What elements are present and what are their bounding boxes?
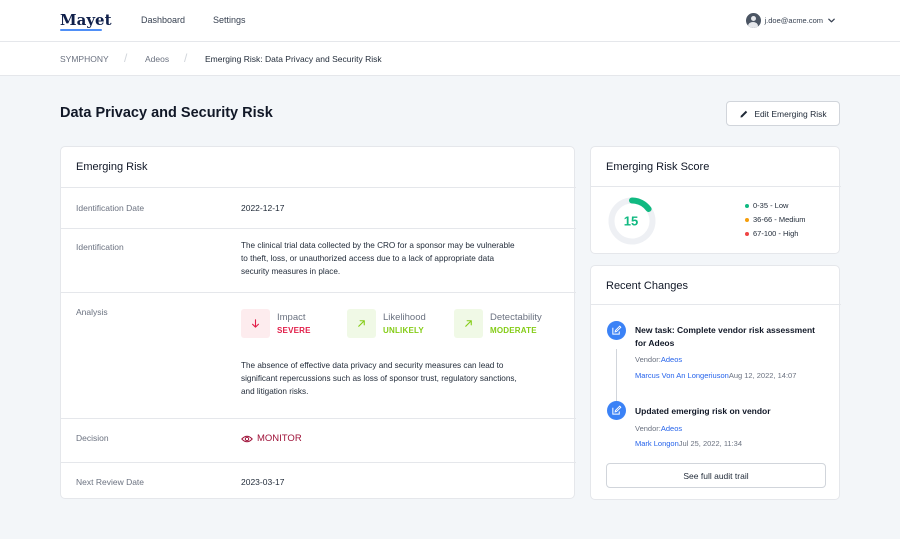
divider	[591, 186, 841, 187]
legend-dot	[745, 231, 749, 236]
divider	[61, 418, 576, 419]
chevron-down-icon	[828, 18, 835, 22]
top-navbar: Mayet Dashboard Settings j.doe@acme.com	[0, 0, 900, 42]
audit-trail-label: See full audit trail	[683, 470, 749, 481]
legend-dot	[745, 203, 749, 208]
app-logo[interactable]: Mayet	[60, 11, 112, 29]
breadcrumb: SYMPHONY / Adeos / Emerging Risk: Data P…	[0, 42, 900, 76]
change-title-line: for Adeos	[635, 338, 675, 348]
audit-trail-button[interactable]: See full audit trail	[606, 463, 826, 488]
detectability-label: Detectability	[490, 312, 542, 323]
identification-line: The clinical trial data collected by the…	[241, 241, 515, 250]
legend-dot	[745, 217, 749, 222]
score-card-title: Emerging Risk Score	[606, 161, 710, 173]
identification-date-value: 2022-12-17	[241, 203, 285, 213]
score-value: 15	[624, 214, 638, 229]
card-title: Emerging Risk	[76, 161, 148, 173]
impact-label: Impact	[277, 312, 306, 323]
decision-label: Decision	[76, 433, 109, 443]
nav-dashboard[interactable]: Dashboard	[141, 15, 185, 25]
page-title: Data Privacy and Security Risk	[60, 105, 273, 121]
change-date: Aug 12, 2022, 14:07	[728, 371, 797, 380]
next-review-value: 2023-03-17	[241, 477, 285, 487]
recent-changes-card: Recent Changes New task: Complete vendor…	[590, 265, 841, 500]
change-vendor: Vendor:Adeos	[635, 424, 682, 433]
change-meta: Marcus Von An LongeriusonAug 12, 2022, 1…	[635, 371, 796, 380]
analysis-line: significant repercussions such as loss o…	[241, 373, 517, 383]
decision-text: MONITOR	[257, 433, 302, 444]
edit-emerging-risk-button[interactable]: Edit Emerging Risk	[726, 101, 840, 126]
vendor-link[interactable]: Adeos	[661, 424, 682, 433]
analysis-line: The absence of effective data privacy an…	[241, 361, 504, 370]
score-gauge: 15	[608, 197, 656, 245]
divider	[61, 228, 576, 229]
eye-icon	[241, 435, 253, 442]
legend-label: 67-100 - High	[753, 229, 799, 238]
arrow-up-right-icon	[347, 309, 376, 338]
identification-line: to theft, loss, or unauthorized access d…	[241, 253, 495, 263]
identification-label: Identification	[76, 242, 124, 252]
vendor-label: Vendor:	[635, 355, 661, 364]
nav-settings[interactable]: Settings	[213, 15, 246, 25]
recent-changes-title: Recent Changes	[606, 280, 688, 292]
impact-value: SEVERE	[277, 326, 311, 335]
change-title: Updated emerging risk on vendor	[635, 405, 835, 418]
analysis-line: and litigation risks.	[241, 386, 309, 396]
change-title: New task: Complete vendor risk assessmen…	[635, 324, 835, 350]
likelihood-value: UNLIKELY	[383, 326, 424, 335]
breadcrumb-adeos[interactable]: Adeos	[145, 54, 169, 64]
edit-button-label: Edit Emerging Risk	[754, 108, 827, 119]
emerging-risk-card: Emerging Risk Identification Date 2022-1…	[60, 146, 576, 499]
identification-line: security measures in place.	[241, 266, 341, 276]
change-user-link[interactable]: Mark Longon	[635, 439, 679, 448]
logo-underline	[60, 29, 102, 31]
analysis-text: The absence of effective data privacy an…	[241, 360, 571, 398]
arrow-down-icon	[241, 309, 270, 338]
detectability-value: MODERATE	[490, 326, 537, 335]
divider	[61, 462, 576, 463]
vendor-link[interactable]: Adeos	[661, 355, 682, 364]
user-menu[interactable]: j.doe@acme.com	[745, 12, 836, 28]
analysis-label: Analysis	[76, 307, 108, 317]
user-avatar-icon	[745, 12, 761, 28]
identification-text: The clinical trial data collected by the…	[241, 240, 566, 278]
divider	[61, 187, 576, 188]
breadcrumb-separator: /	[184, 51, 188, 65]
likelihood-label: Likelihood	[383, 312, 426, 323]
divider	[591, 304, 841, 305]
edit-icon	[607, 321, 626, 340]
legend-label: 0-35 - Low	[753, 201, 789, 210]
breadcrumb-separator: /	[124, 51, 128, 65]
change-title-line: New task: Complete vendor risk assessmen…	[635, 325, 815, 335]
change-date: Jul 25, 2022, 11:34	[678, 439, 743, 448]
change-vendor: Vendor:Adeos	[635, 355, 682, 364]
legend-high: 67-100 - High	[745, 229, 798, 238]
edit-icon	[607, 401, 626, 420]
arrow-up-right-icon	[454, 309, 483, 338]
vendor-label: Vendor:	[635, 424, 661, 433]
change-user-link[interactable]: Marcus Von An Longeriuson	[635, 371, 729, 380]
legend-medium: 36-66 - Medium	[745, 215, 806, 224]
legend-low: 0-35 - Low	[745, 201, 788, 210]
risk-score-card: Emerging Risk Score 15 0-35 - Low 36-66 …	[590, 146, 841, 254]
change-meta: Mark LongonJul 25, 2022, 11:34	[635, 439, 742, 448]
user-email: j.doe@acme.com	[764, 15, 823, 25]
legend-label: 36-66 - Medium	[753, 215, 806, 224]
change-title-line: Updated emerging risk on vendor	[635, 406, 771, 416]
breadcrumb-current: Emerging Risk: Data Privacy and Security…	[205, 54, 382, 64]
decision-value: MONITOR	[241, 433, 302, 444]
identification-date-label: Identification Date	[76, 203, 145, 213]
divider	[61, 292, 576, 293]
next-review-label: Next Review Date	[76, 477, 145, 487]
breadcrumb-symphony[interactable]: SYMPHONY	[60, 54, 109, 64]
pencil-icon	[740, 110, 748, 117]
